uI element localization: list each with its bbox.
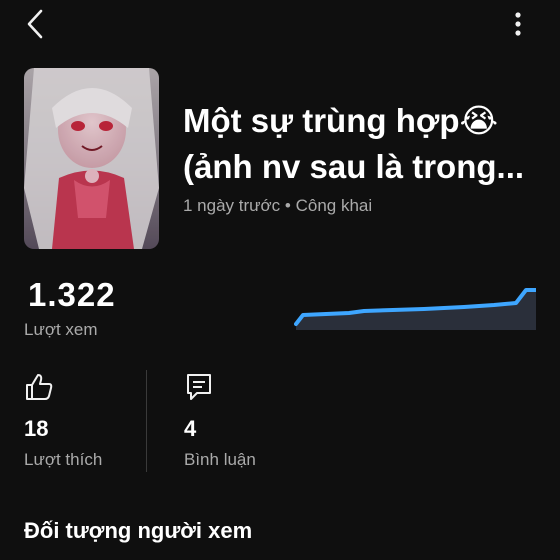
more-vertical-icon	[515, 12, 521, 36]
comment-icon	[187, 374, 211, 400]
video-thumbnail[interactable]	[24, 68, 159, 249]
stats-divider	[146, 370, 147, 472]
video-title-line-1: Một sự trùng hợp😭	[183, 102, 499, 139]
comments-stat: 4 Bình luận	[184, 372, 294, 482]
video-title-line-2: (ảnh nv sau là trong...	[183, 148, 525, 185]
top-bar	[0, 0, 560, 50]
back-button[interactable]	[22, 8, 52, 40]
anime-thumbnail-image	[24, 68, 159, 249]
meta-separator: •	[284, 196, 291, 215]
likes-count: 18	[24, 416, 49, 441]
video-age: 1 ngày trước	[183, 196, 281, 215]
views-count: 1.322	[28, 276, 116, 313]
views-trend-chart	[294, 288, 536, 330]
likes-label: Lượt thích	[24, 450, 103, 469]
comments-count: 4	[184, 416, 197, 441]
comments-label: Bình luận	[184, 450, 256, 469]
video-visibility: Công khai	[295, 196, 373, 215]
video-title: Một sự trùng hợp😭 (ảnh nv sau là trong..…	[183, 98, 543, 190]
audience-section-title: Đối tượng người xem	[24, 518, 253, 543]
video-meta: 1 ngày trước • Công khai	[183, 196, 372, 216]
more-options-button[interactable]	[506, 10, 530, 40]
thumbs-up-icon	[26, 374, 53, 400]
chevron-left-icon	[27, 9, 43, 39]
likes-stat: 18 Lượt thích	[24, 372, 134, 482]
views-label: Lượt xem	[24, 320, 98, 339]
